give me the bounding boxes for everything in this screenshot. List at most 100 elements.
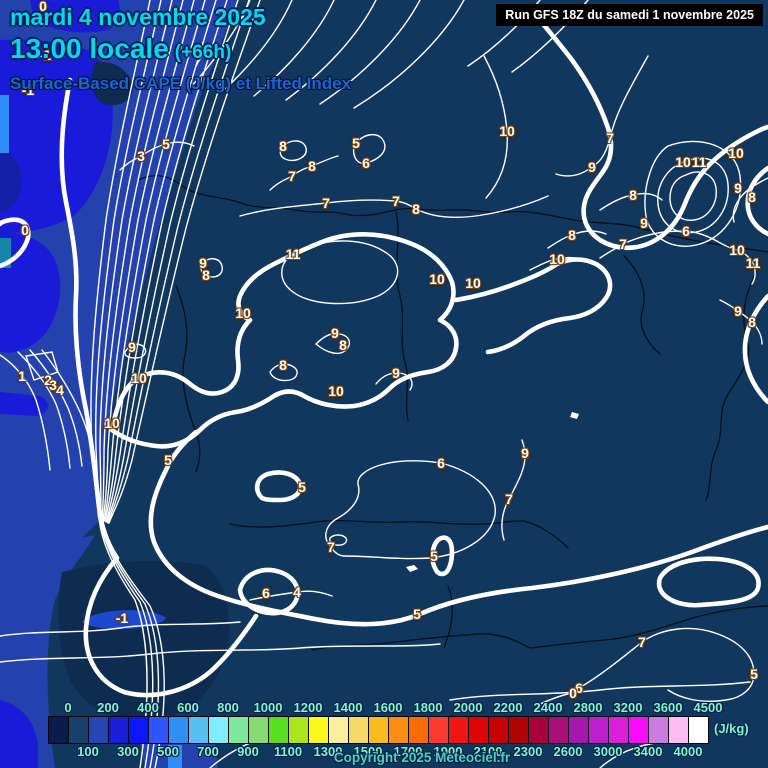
scale-tick-label: 2000 bbox=[453, 700, 483, 715]
scale-cell bbox=[688, 716, 709, 744]
contour-label: 7 bbox=[638, 634, 646, 650]
contour-label: 8 bbox=[202, 267, 210, 283]
contour-label: 11 bbox=[691, 154, 707, 170]
contour-label: 8 bbox=[629, 187, 637, 203]
contour-label: 10 bbox=[131, 370, 147, 386]
copyright-text: Copyright 2025 Meteociel.fr bbox=[333, 750, 511, 765]
contour-label: 6 bbox=[682, 223, 690, 239]
scale-tick-label: 4000 bbox=[673, 744, 703, 759]
date-label: mardi 4 novembre 2025 bbox=[10, 4, 266, 30]
contour-label: 9 bbox=[734, 303, 742, 319]
contour-label: 10 bbox=[429, 271, 445, 287]
scale-cell bbox=[488, 716, 509, 744]
contour-label: 10 bbox=[675, 154, 691, 170]
scale-tick-label: 900 bbox=[237, 744, 259, 759]
scale-cell bbox=[248, 716, 269, 744]
contour-label: 10 bbox=[549, 251, 565, 267]
scale-cell bbox=[88, 716, 109, 744]
contour-label: 1 bbox=[18, 368, 26, 384]
scale-cell bbox=[288, 716, 309, 744]
contour-label: 4 bbox=[293, 584, 301, 600]
scale-cell bbox=[668, 716, 689, 744]
unit-label: (J/kg) bbox=[714, 721, 749, 736]
contour-label: 5 bbox=[430, 548, 438, 564]
contour-label: 7 bbox=[619, 236, 627, 252]
scale-tick-label: 1100 bbox=[273, 744, 303, 759]
contour-label: 7 bbox=[322, 195, 330, 211]
contour-label: 8 bbox=[568, 227, 576, 243]
scale-tick-label: 0 bbox=[64, 700, 72, 715]
contour-label: 5 bbox=[164, 452, 172, 468]
contour-label: 9 bbox=[640, 215, 648, 231]
scale-tick-label: 100 bbox=[77, 744, 99, 759]
contour-label: 9 bbox=[331, 325, 339, 341]
scale-cell bbox=[608, 716, 629, 744]
scale-cell bbox=[148, 716, 169, 744]
scale-tick-label: 1800 bbox=[413, 700, 443, 715]
scale-cell bbox=[468, 716, 489, 744]
scale-tick-label: 300 bbox=[117, 744, 139, 759]
scale-tick-label: 400 bbox=[137, 700, 159, 715]
contour-label: 5 bbox=[352, 135, 360, 151]
contour-label: 8 bbox=[339, 337, 347, 353]
scale-cell bbox=[428, 716, 449, 744]
scale-cell bbox=[568, 716, 589, 744]
contour-label: 7 bbox=[606, 130, 614, 146]
scale-cell bbox=[228, 716, 249, 744]
scale-cell bbox=[188, 716, 209, 744]
contour-label: 10 bbox=[104, 415, 120, 431]
contour-label: 5 bbox=[750, 666, 758, 682]
forecast-offset: (+66h) bbox=[174, 42, 232, 63]
meteociel-gfs-map-page: 0 6 -1 -1 0 3 5 8 5 6 8 7 7 7 8 10 7 9 10 11 10 8 9 8 8 9 7 6 10 10 11… bbox=[0, 0, 768, 768]
scale-tick-label: 3400 bbox=[633, 744, 663, 759]
contour-label: 8 bbox=[748, 314, 756, 330]
time-label: 13:00 locale (+66h) bbox=[10, 33, 351, 65]
scale-tick-label: 500 bbox=[157, 744, 179, 759]
scale-cell bbox=[628, 716, 649, 744]
scale-cell bbox=[128, 716, 149, 744]
scale-tick-label: 4500 bbox=[693, 700, 723, 715]
scale-cell bbox=[48, 716, 69, 744]
contour-label: 6 bbox=[362, 155, 370, 171]
scale-cell bbox=[388, 716, 409, 744]
model-run-info-box: Run GFS 18Z du samedi 1 novembre 2025 bbox=[496, 4, 763, 26]
contour-label: 11 bbox=[745, 255, 761, 271]
contour-label: 0 bbox=[569, 685, 577, 701]
contour-label: 6 bbox=[437, 455, 445, 471]
contour-label: 9 bbox=[588, 159, 596, 175]
scale-tick-label: 2400 bbox=[533, 700, 563, 715]
contour-label: 7 bbox=[505, 491, 513, 507]
scale-cell bbox=[308, 716, 329, 744]
scale-cell bbox=[208, 716, 229, 744]
scale-tick-label: 700 bbox=[197, 744, 219, 759]
contour-label: 8 bbox=[748, 189, 756, 205]
contour-label: 10 bbox=[499, 123, 515, 139]
scale-cell bbox=[508, 716, 529, 744]
scale-cell bbox=[168, 716, 189, 744]
contour-label: 8 bbox=[412, 201, 420, 217]
contour-label: 0 bbox=[21, 222, 29, 238]
contour-label: 8 bbox=[279, 138, 287, 154]
contour-label: 5 bbox=[413, 606, 421, 622]
contour-label: 7 bbox=[288, 168, 296, 184]
contour-label: 9 bbox=[734, 180, 742, 196]
contour-label: 7 bbox=[392, 193, 400, 209]
contour-label: 11 bbox=[285, 246, 301, 262]
scale-tick-label: 1000 bbox=[253, 700, 283, 715]
scale-cell bbox=[268, 716, 289, 744]
parameter-title: Surface-Based CAPE (J/kg) et Lifted Inde… bbox=[10, 74, 352, 93]
scale-cell bbox=[368, 716, 389, 744]
contour-label: 10 bbox=[728, 145, 744, 161]
contour-label: 5 bbox=[162, 136, 170, 152]
contour-label: 10 bbox=[328, 383, 344, 399]
map-header: mardi 4 novembre 2025 13:00 locale (+66h)… bbox=[10, 4, 351, 94]
scale-cell bbox=[548, 716, 569, 744]
scale-tick-label: 1200 bbox=[293, 700, 323, 715]
contour-label: 8 bbox=[279, 357, 287, 373]
scale-cell bbox=[588, 716, 609, 744]
contour-label: 7 bbox=[327, 539, 335, 555]
scale-cell bbox=[108, 716, 129, 744]
scale-tick-label: 1400 bbox=[333, 700, 363, 715]
scale-tick-label: 2600 bbox=[553, 744, 583, 759]
scale-tick-label: 3000 bbox=[593, 744, 623, 759]
